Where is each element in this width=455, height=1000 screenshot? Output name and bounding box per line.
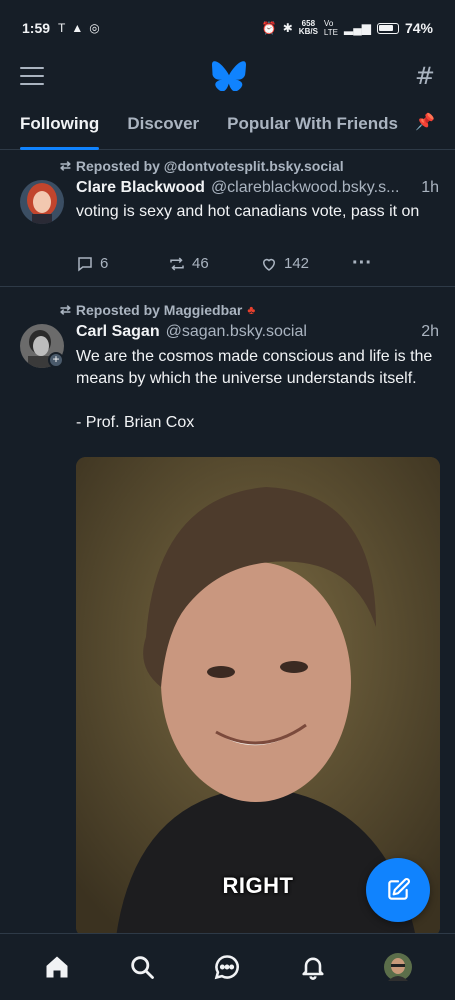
feed-tabs: Following Discover Popular With Friends <box>0 104 455 150</box>
author-name[interactable]: Clare Blackwood <box>76 179 205 197</box>
status-right: ⏰ ✱ 658 KB/S Vo LTE ▂▄▆ 74% <box>262 19 433 37</box>
repost-button[interactable]: 46 <box>168 255 260 273</box>
repost-indicator[interactable]: ⇄ Reposted by Maggiedbar ♣ <box>60 302 255 318</box>
net-speed: 658 KB/S <box>299 20 318 36</box>
butterfly-logo[interactable] <box>212 61 247 91</box>
pin-icon[interactable]: 📌 <box>415 112 435 132</box>
feed-post[interactable]: ⇄ Reposted by Maggiedbar ♣ + Carl Sagan … <box>0 288 455 937</box>
repost-small-icon: ⇄ <box>60 302 71 317</box>
post-actions: 6 46 142 ··· <box>76 252 435 275</box>
top-bar: # <box>0 56 455 96</box>
post-text: We are the cosmos made conscious and lif… <box>76 348 433 431</box>
nav-home[interactable] <box>33 943 81 991</box>
repost-label: Reposted by Maggiedbar <box>75 302 243 318</box>
tab-popular-with-friends[interactable]: Popular With Friends <box>227 104 398 150</box>
ellipsis-icon: ··· <box>352 252 372 274</box>
like-button[interactable]: 142 <box>260 255 352 273</box>
compose-icon <box>388 878 410 900</box>
reply-icon <box>78 256 92 272</box>
reply-button[interactable]: 6 <box>76 255 168 273</box>
post-header: Carl Sagan @sagan.bsky.social 2h <box>76 323 439 341</box>
repost-count: 46 <box>192 255 209 272</box>
avatar[interactable] <box>20 180 64 224</box>
post-header: Clare Blackwood @clareblackwood.bsky.s..… <box>76 179 439 197</box>
home-icon <box>46 956 68 978</box>
drive-icon: ▲ <box>71 21 84 35</box>
hash-icon[interactable]: # <box>415 62 435 90</box>
tab-following[interactable]: Following <box>20 104 100 150</box>
like-count: 142 <box>284 255 310 272</box>
signal-icon: ▂▄▆ <box>344 21 371 35</box>
author-handle[interactable]: @clareblackwood.bsky.s... <box>211 179 415 197</box>
sync-icon: ◎ <box>89 21 100 35</box>
nav-chat[interactable] <box>203 943 251 991</box>
post-text: voting is sexy and hot canadians vote, p… <box>76 203 420 220</box>
chat-icon <box>215 955 240 980</box>
reply-count: 6 <box>100 255 109 272</box>
nav-search[interactable] <box>118 943 166 991</box>
post-time: 1h <box>421 179 439 196</box>
tesla-icon: T <box>58 21 66 35</box>
feed-post[interactable]: ⇄ Reposted by @dontvotesplit.bsky.social… <box>0 150 455 287</box>
net-speed-unit: KB/S <box>298 27 318 36</box>
nav-profile[interactable] <box>374 943 422 991</box>
alarm-icon: ⏰ <box>261 21 277 35</box>
post-time: 2h <box>421 323 439 340</box>
author-handle[interactable]: @sagan.bsky.social <box>166 323 416 341</box>
repost-label: Reposted by @dontvotesplit.bsky.social <box>75 158 344 174</box>
repost-indicator[interactable]: ⇄ Reposted by @dontvotesplit.bsky.social <box>60 158 344 174</box>
repost-small-icon: ⇄ <box>60 158 71 173</box>
bluetooth-icon: ✱ <box>282 21 293 35</box>
repost-icon <box>170 256 184 271</box>
status-time: 1:59 <box>22 20 51 36</box>
notification-icons: T ▲ ◎ <box>58 21 100 35</box>
author-name[interactable]: Carl Sagan <box>76 323 160 341</box>
more-options-button[interactable]: ··· <box>352 252 372 275</box>
heart-icon <box>262 258 276 271</box>
search-icon <box>131 956 154 979</box>
volte-icon: Vo LTE <box>323 19 338 37</box>
nav-notifications[interactable] <box>289 943 337 991</box>
profile-avatar <box>384 953 413 981</box>
battery-percent: 74% <box>404 20 433 36</box>
follow-badge[interactable]: + <box>48 352 64 368</box>
compose-button[interactable] <box>366 858 430 922</box>
bottom-nav <box>0 933 455 1000</box>
bell-icon <box>302 957 324 980</box>
maple-leaf-icon: ♣ <box>247 303 256 317</box>
status-bar: 1:59 T ▲ ◎ ⏰ ✱ 658 KB/S Vo LTE ▂▄▆ 74% <box>0 0 455 56</box>
hamburger-icon[interactable] <box>20 67 44 85</box>
tab-discover[interactable]: Discover <box>127 104 199 150</box>
battery-icon <box>376 22 399 34</box>
